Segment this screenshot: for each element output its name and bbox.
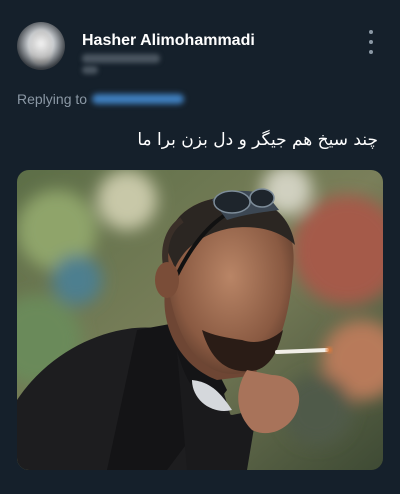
author-display-name[interactable]: Hasher Alimohammadi	[82, 32, 255, 50]
author-handle-blurred	[82, 54, 160, 63]
tweet-text: چند سیخ هم جیگر و دل بزن برا ما	[137, 130, 378, 150]
author-handle-blurred-secondary	[82, 66, 98, 74]
more-options-icon[interactable]	[364, 30, 378, 54]
tweet-media-image[interactable]	[17, 170, 383, 470]
replying-to-label: Replying to	[17, 91, 88, 107]
author-avatar[interactable]	[17, 22, 65, 70]
replying-to-handle-blurred[interactable]	[92, 94, 184, 104]
